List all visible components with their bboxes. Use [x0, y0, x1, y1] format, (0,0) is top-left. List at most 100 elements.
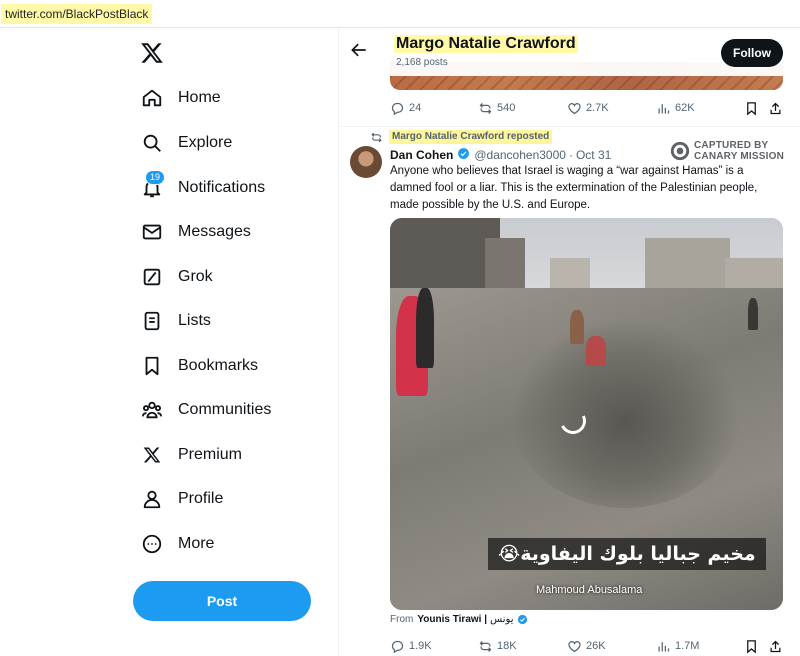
- sidebar-item-explore[interactable]: Explore: [140, 125, 232, 161]
- sidebar-item-notifications[interactable]: 19 Notifications: [140, 170, 265, 206]
- repost-label[interactable]: Margo Natalie Crawford reposted: [389, 130, 553, 144]
- sidebar-item-label: More: [178, 535, 215, 552]
- views-count: 62K: [675, 102, 695, 114]
- repost-icon: [479, 640, 492, 652]
- sidebar-item-label: Messages: [178, 223, 251, 240]
- sidebar-item-label: Home: [178, 89, 221, 106]
- source-name-arabic[interactable]: يونس: [490, 614, 513, 625]
- watermark: CAPTURED BY CANARY MISSION: [670, 140, 784, 162]
- share-icon: [770, 640, 781, 652]
- views-count: 1.7M: [675, 640, 700, 652]
- bookmark-icon: [747, 639, 756, 653]
- sidebar-item-label: Premium: [178, 446, 243, 463]
- heart-icon: [568, 102, 581, 114]
- source-attribution: From Younis Tirawi | يونس: [390, 614, 528, 625]
- notifications-badge: 19: [145, 170, 166, 185]
- video-person: [570, 310, 584, 344]
- column-divider: [338, 28, 339, 656]
- reply-count: 24: [409, 102, 422, 114]
- list-icon: [140, 309, 164, 333]
- sidebar-item-home[interactable]: Home: [140, 80, 221, 116]
- sidebar-item-communities[interactable]: Communities: [140, 392, 271, 428]
- repost-icon: [479, 102, 492, 114]
- reply-icon: [391, 102, 404, 115]
- video-credit: Mahmoud Abusalama: [536, 584, 643, 596]
- post-separator: [339, 126, 800, 127]
- views-chart-icon: [658, 103, 670, 113]
- views-button[interactable]: 1.7M: [656, 636, 699, 656]
- share-button[interactable]: [768, 636, 787, 656]
- follow-button[interactable]: Follow: [721, 39, 783, 67]
- like-button[interactable]: 2.7K: [567, 98, 609, 118]
- sidebar-item-more[interactable]: More: [140, 526, 214, 562]
- share-button[interactable]: [768, 98, 787, 118]
- avatar[interactable]: [350, 146, 382, 178]
- sidebar-item-bookmarks[interactable]: Bookmarks: [140, 348, 258, 384]
- video-person: [748, 298, 758, 330]
- video-person: [586, 336, 606, 366]
- repost-count: 18K: [497, 640, 517, 652]
- sidebar-item-grok[interactable]: Grok: [140, 259, 213, 295]
- reply-button[interactable]: 24: [390, 98, 421, 118]
- grok-icon: [140, 265, 164, 289]
- from-prefix: From: [390, 614, 414, 625]
- sidebar-item-messages[interactable]: Messages: [140, 214, 251, 250]
- x-logo-icon: [140, 443, 164, 467]
- sidebar-item-premium[interactable]: Premium: [140, 437, 242, 473]
- repost-icon: [371, 132, 382, 142]
- repost-indicator: Margo Natalie Crawford reposted: [370, 130, 553, 144]
- repost-count: 540: [497, 102, 516, 114]
- bell-icon: 19: [140, 170, 166, 200]
- post-video[interactable]: مخيم جباليا بلوك اليفاوية😭 Mahmoud Abusa…: [390, 218, 783, 610]
- sidebar-item-label: Explore: [178, 134, 233, 151]
- post-text: Anyone who believes that Israel is wagin…: [390, 165, 758, 211]
- author-handle[interactable]: @dancohen3000: [474, 148, 566, 162]
- search-icon: [140, 131, 164, 155]
- separator-dot: ·: [568, 148, 573, 162]
- reply-button[interactable]: 1.9K: [390, 636, 432, 656]
- bookmark-button[interactable]: [744, 98, 763, 118]
- post-count: 2,168 posts: [396, 57, 448, 68]
- watermark-line1: CAPTURED BY: [694, 140, 769, 151]
- bookmark-icon: [747, 101, 756, 115]
- sidebar-item-profile[interactable]: Profile: [140, 481, 223, 517]
- person-icon: [140, 487, 164, 511]
- views-button[interactable]: 62K: [656, 98, 695, 118]
- envelope-icon: [140, 220, 164, 244]
- bookmark-icon: [140, 354, 164, 378]
- like-count: 2.7K: [586, 102, 609, 114]
- like-button[interactable]: 26K: [567, 636, 606, 656]
- post-date[interactable]: Oct 31: [576, 148, 611, 162]
- like-count: 26K: [586, 640, 606, 652]
- sidebar-item-lists[interactable]: Lists: [140, 303, 211, 339]
- back-arrow-icon[interactable]: [349, 40, 369, 60]
- url-text[interactable]: twitter.com/BlackPostBlack: [1, 4, 153, 24]
- sidebar-item-label: Communities: [178, 401, 272, 418]
- video-crater: [510, 318, 740, 508]
- views-chart-icon: [658, 641, 670, 651]
- repost-button[interactable]: 540: [478, 98, 515, 118]
- repost-button[interactable]: 18K: [478, 636, 517, 656]
- sidebar-item-label: Lists: [178, 312, 211, 329]
- author-name[interactable]: Dan Cohen: [390, 148, 453, 162]
- sidebar: Home Explore 19 Notifications Messages G…: [0, 28, 338, 656]
- previous-post-actions: 24 540 2.7K 62K: [390, 98, 785, 118]
- canary-mission-logo-icon: [670, 141, 690, 161]
- home-icon: [140, 86, 164, 110]
- more-circle-icon: [140, 532, 164, 556]
- post-button[interactable]: Post: [133, 581, 311, 621]
- heart-icon: [568, 640, 581, 652]
- x-logo-icon[interactable]: [139, 40, 167, 68]
- browser-address-bar[interactable]: twitter.com/BlackPostBlack: [0, 0, 800, 28]
- video-person: [416, 288, 434, 368]
- post-author: Dan Cohen @dancohen3000 · Oct 31: [390, 147, 611, 163]
- bookmark-button[interactable]: [744, 636, 763, 656]
- sidebar-item-label: Grok: [178, 268, 213, 285]
- source-name[interactable]: Younis Tirawi |: [417, 614, 487, 625]
- profile-header: Margo Natalie Crawford 2,168 posts Follo…: [339, 28, 800, 76]
- reply-icon: [391, 640, 404, 653]
- verified-badge-icon: [517, 614, 528, 625]
- reply-count: 1.9K: [409, 640, 432, 652]
- sidebar-item-label: Bookmarks: [178, 357, 259, 374]
- share-icon: [770, 102, 781, 114]
